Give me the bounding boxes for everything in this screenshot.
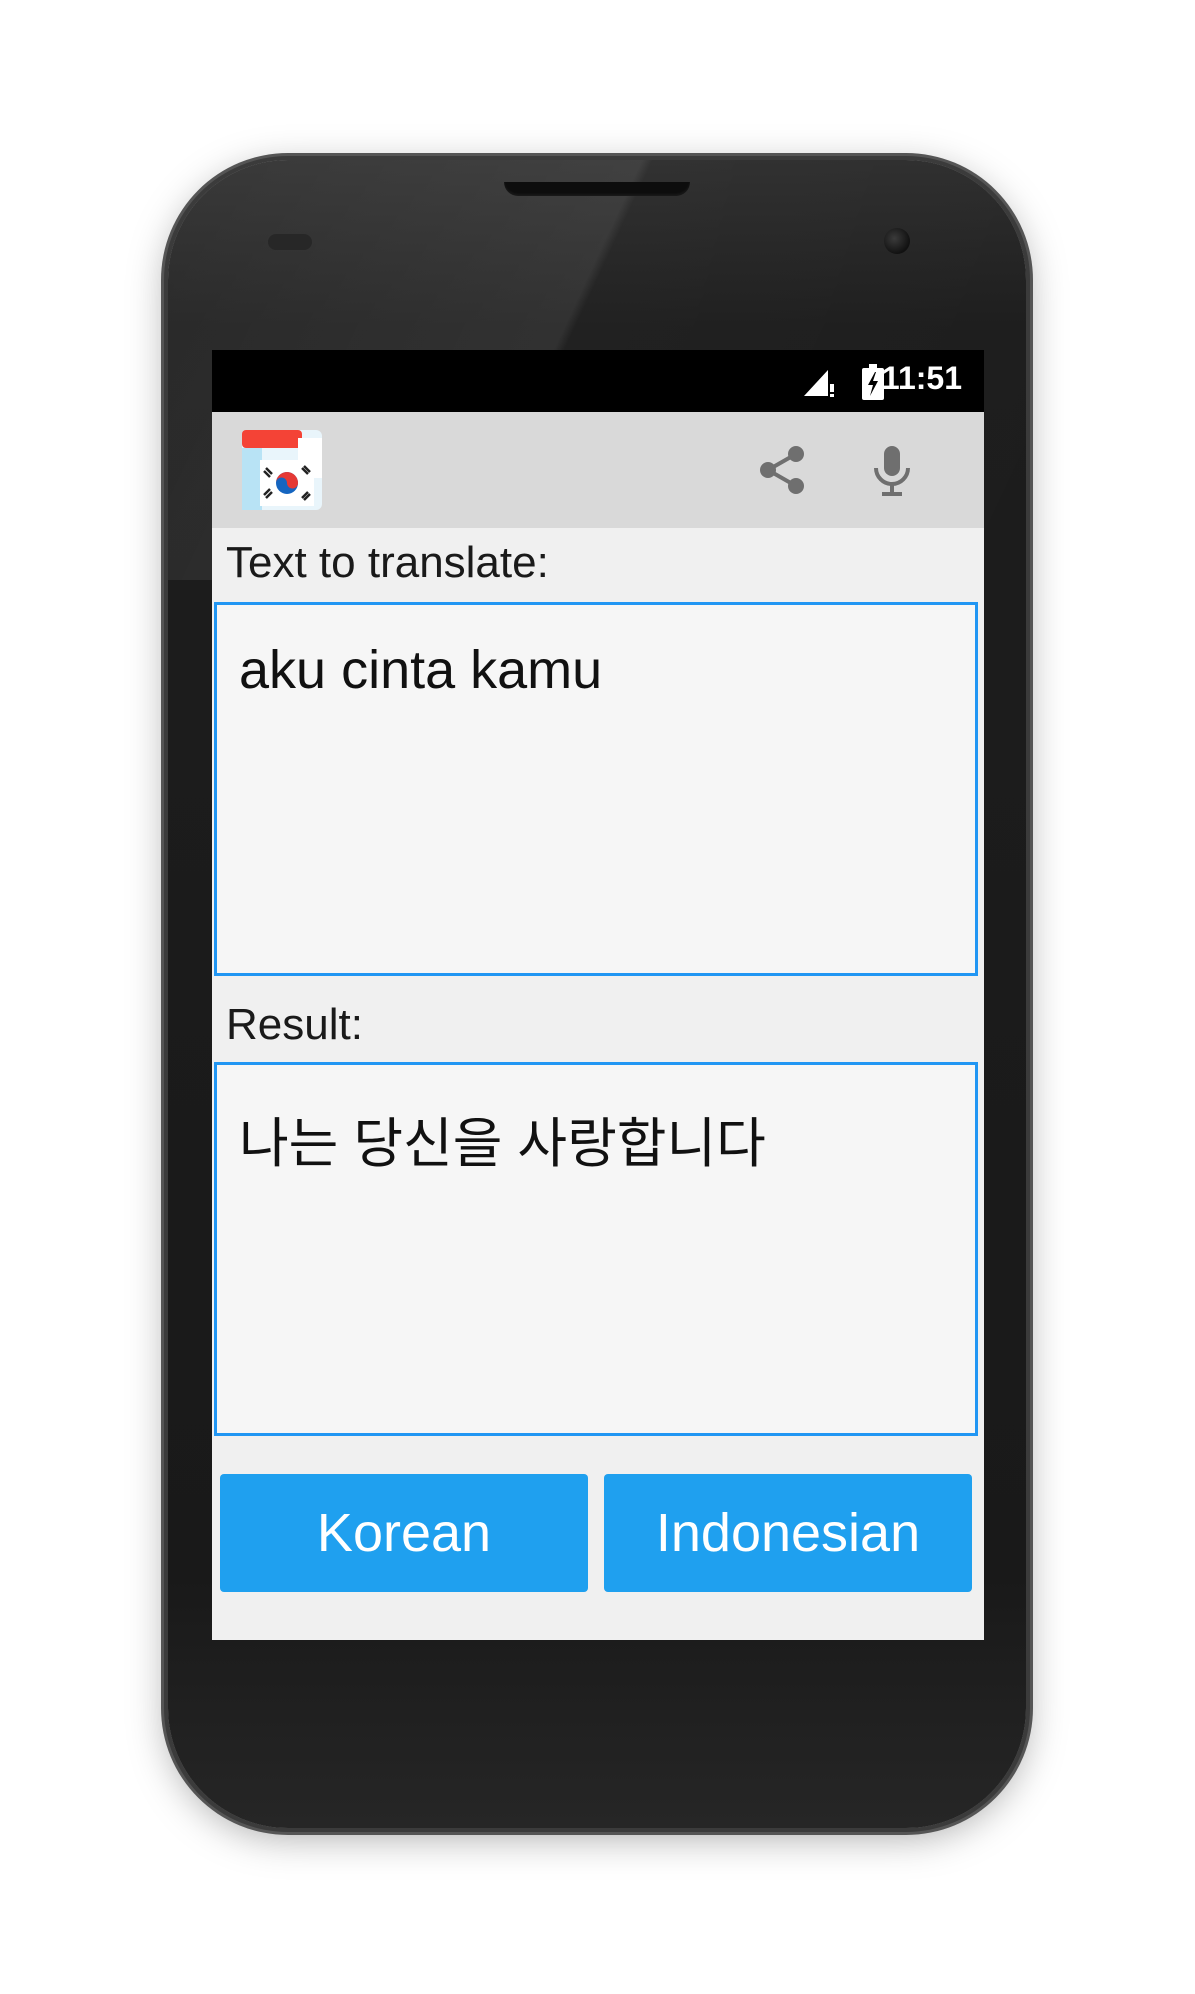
input-text-value: aku cinta kamu xyxy=(239,640,603,700)
share-icon[interactable] xyxy=(752,440,812,500)
target-language-label: Indonesian xyxy=(655,1503,921,1563)
input-label: Text to translate: xyxy=(226,538,549,587)
app-screen: 11:51 Text to translate: aku cinta kamu … xyxy=(212,350,984,1640)
proximity-sensor xyxy=(268,234,312,250)
front-camera xyxy=(884,228,910,254)
result-text-value: 나는 당신을 사랑합니다 xyxy=(239,1114,766,1174)
status-time: 11:51 xyxy=(881,360,962,396)
korean-flag-app-icon[interactable] xyxy=(242,430,322,510)
earpiece-speaker xyxy=(504,182,690,196)
result-label: Result: xyxy=(226,1000,363,1049)
status-bar: 11:51 xyxy=(212,350,984,412)
battery-charging-icon xyxy=(862,364,884,400)
signal-icon xyxy=(804,370,834,397)
target-language-button[interactable]: Indonesian xyxy=(604,1474,972,1592)
result-text-area[interactable]: 나는 당신을 사랑합니다 xyxy=(214,1062,978,1436)
microphone-icon[interactable] xyxy=(862,440,922,500)
source-language-label: Korean xyxy=(316,1503,492,1563)
source-language-button[interactable]: Korean xyxy=(220,1474,588,1592)
action-bar xyxy=(212,412,984,528)
input-text-area[interactable]: aku cinta kamu xyxy=(214,602,978,976)
